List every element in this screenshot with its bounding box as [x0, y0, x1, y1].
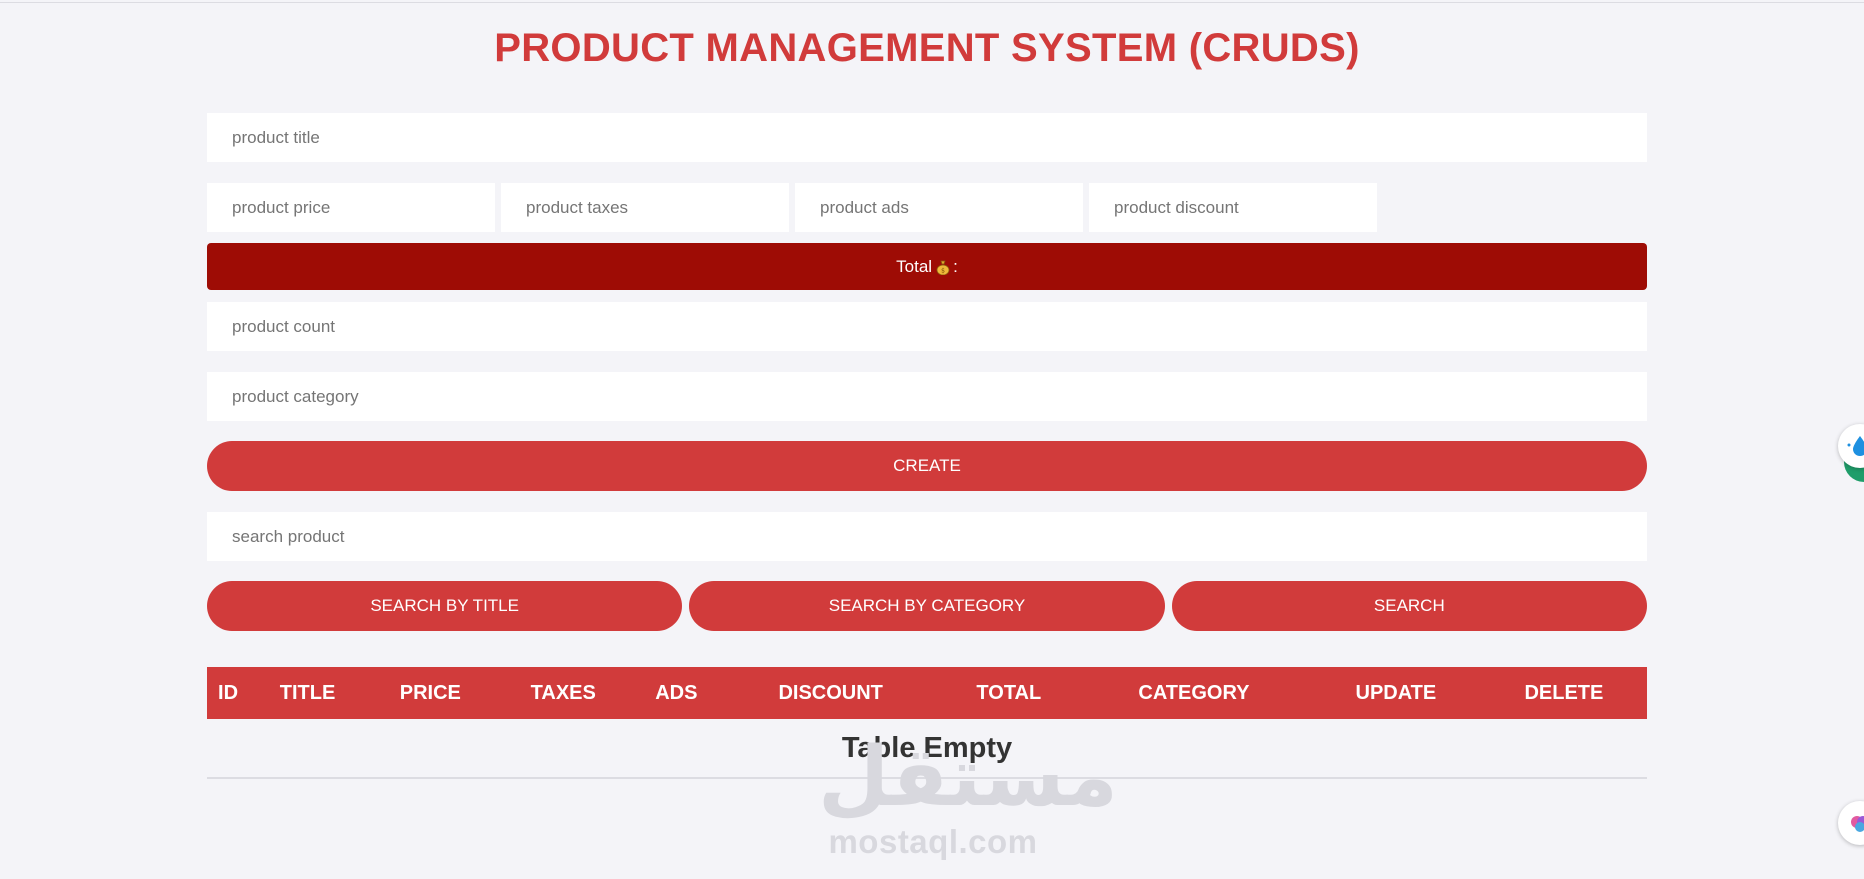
- column-header-category: CATEGORY: [1138, 681, 1250, 704]
- column-header-discount: DISCOUNT: [778, 681, 883, 704]
- search-buttons-row: SEARCH BY TITLE SEARCH BY CATEGORY SEARC…: [207, 581, 1647, 631]
- product-price-input[interactable]: [207, 183, 495, 232]
- total-label: Total: [896, 256, 933, 276]
- product-count-input[interactable]: [207, 302, 1647, 351]
- water-drop-icon[interactable]: [1838, 424, 1864, 468]
- column-header-price: PRICE: [399, 681, 461, 704]
- total-display: Total $ :: [207, 243, 1647, 290]
- brain-icon[interactable]: [1838, 801, 1864, 845]
- total-suffix: :: [953, 256, 958, 276]
- column-header-delete: DELETE: [1524, 681, 1604, 704]
- table-header-row: ID TITLE PRICE TAXES ADS DISCOUNT TOTAL …: [207, 667, 1647, 719]
- product-taxes-input[interactable]: [501, 183, 789, 232]
- column-header-taxes: TAXES: [530, 681, 596, 704]
- watermark-arabic: مستقل: [818, 730, 1118, 825]
- search-by-title-button[interactable]: SEARCH BY TITLE: [207, 581, 683, 631]
- column-header-id: ID: [218, 681, 239, 704]
- column-header-total: TOTAL: [976, 681, 1042, 704]
- search-button[interactable]: SEARCH: [1171, 581, 1647, 631]
- crud-form: Total $ : CREATE SEARCH BY TITLE SEARCH …: [207, 113, 1647, 779]
- product-ads-input[interactable]: [795, 183, 1083, 232]
- svg-text:$: $: [941, 268, 945, 275]
- search-by-category-button[interactable]: SEARCH BY CATEGORY: [689, 581, 1165, 631]
- top-divider: [0, 2, 1864, 3]
- column-header-update: UPDATE: [1355, 681, 1437, 704]
- price-inputs-row: [207, 183, 1647, 232]
- product-discount-input[interactable]: [1089, 183, 1377, 232]
- column-header-title: TITLE: [279, 681, 336, 704]
- create-button[interactable]: CREATE: [207, 441, 1647, 491]
- product-category-input[interactable]: [207, 372, 1647, 421]
- product-title-input[interactable]: [207, 113, 1647, 162]
- search-input[interactable]: [207, 512, 1647, 561]
- watermark-latin: mostaql.com: [828, 823, 1038, 860]
- page-title: PRODUCT MANAGEMENT SYSTEM (CRUDS): [494, 26, 1360, 70]
- column-header-ads: ADS: [655, 681, 698, 704]
- money-bag-icon: $: [936, 260, 950, 276]
